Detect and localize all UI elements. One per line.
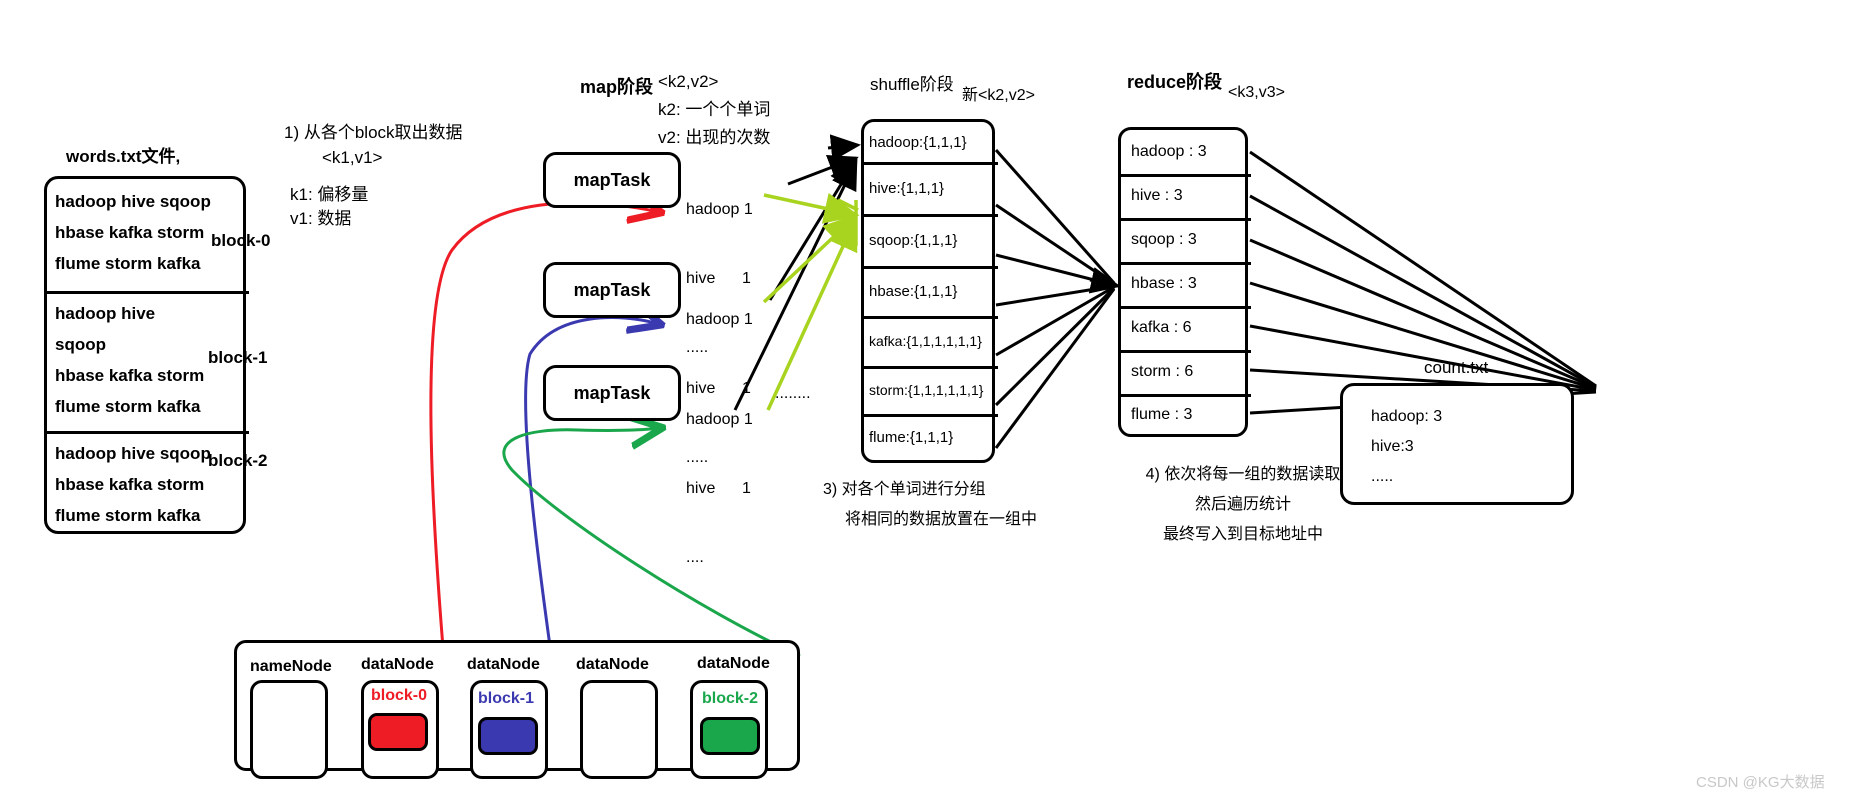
block-label-1: block-1 [208,348,268,367]
reduce-box: hadoop : 3 hive : 3 sqoop : 3 hbase : 3 … [1118,127,1251,437]
shuffle-row-label: storm:{1,1,1,1,1,1} [869,382,984,398]
connector-block2-to-maptask3 [502,428,801,658]
node-label-datanode-1: dataNode [361,656,434,673]
shuffle-row: hadoop:{1,1,1} [864,122,998,162]
map-stage-v2-desc: v2: 出现的次数 [658,128,771,147]
shuffle-row-label: flume:{1,1,1} [869,428,954,446]
reduce-row-label: flume : 3 [1131,406,1193,423]
reduce-row: flume : 3 [1121,394,1251,436]
shuffle-box: hadoop:{1,1,1} hive:{1,1,1} sqoop:{1,1,1… [861,119,998,463]
output-file-box: hadoop: 3 hive:3 ..... [1340,383,1574,505]
shuffle-row: hbase:{1,1,1} [864,266,998,316]
reduce-stage-title: reduce阶段 [1127,72,1223,92]
block-tag-block-2: block-2 [702,690,759,707]
map-output-line: .... [686,549,704,566]
file-segment-block-2: hadoop hive sqoop hbase kafka storm flum… [47,431,249,531]
map-stage-title: map阶段 [580,77,654,97]
annotation-3-line-1: 3) 对各个单词进行分组 [823,481,986,498]
output-line: hive:3 [1371,438,1414,455]
annotation-4-line-1: 4) 依次将每一组的数据读取 [1145,466,1341,483]
map-output-line: hadoop 1 [686,411,753,428]
file-title: words.txt文件, [66,147,181,166]
shuffle-row-label: sqoop:{1,1,1} [869,231,958,249]
map-output-line: hive 1 [686,480,751,497]
map-stage-kv: <k2,v2> [658,72,719,91]
annotation-4-line-3: 最终写入到目标地址中 [1162,526,1323,543]
connector-maps-to-shuffle-hive [762,192,860,411]
shuffle-row: storm:{1,1,1,1,1,1} [864,366,998,414]
annotation-1-line-1: 1) 从各个block取出数据 [284,123,463,142]
block-label-0: block-0 [211,231,271,250]
map-task-3[interactable]: mapTask [543,365,681,421]
reduce-row: storm : 6 [1121,350,1251,394]
shuffle-row: sqoop:{1,1,1} [864,214,998,266]
file-line: hadoop hive sqoop [55,192,211,211]
shuffle-stage-kv: 新<k2,v2> [962,87,1035,104]
data-node-3[interactable] [580,680,658,779]
annotation-1-line-4: v1: 数据 [290,209,352,228]
annotation-3: 3) 对各个单词进行分组 将相同的数据放置在一组中 [823,475,1037,535]
map-output-line: hadoop 1 [686,201,753,218]
watermark: CSDN @KG大数据 [1696,774,1825,791]
map-task-2[interactable]: mapTask [543,262,681,318]
shuffle-stage-title: shuffle阶段 [870,75,954,94]
file-line: flume storm kafka [55,397,201,416]
annotation-1-line-3: k1: 偏移量 [290,185,369,204]
reduce-row-label: hive : 3 [1131,187,1183,204]
file-line: hbase kafka storm [55,475,205,494]
shuffle-row: flume:{1,1,1} [864,414,998,460]
reduce-row-label: hbase : 3 [1131,275,1197,292]
connector-shuffle-to-reduce [994,149,1121,449]
block-chip-block-1[interactable] [478,717,538,755]
connector-reduce-to-output [1249,150,1597,415]
block-chip-block-0[interactable] [368,713,428,751]
map-output-line: hadoop 1 [686,311,753,328]
output-line: ..... [1371,468,1394,485]
reduce-row: hive : 3 [1121,174,1251,218]
reduce-row-label: kafka : 6 [1131,319,1192,336]
output-file-title: count.txt [1424,358,1489,377]
map-ellipsis: ........ [775,385,811,402]
file-line: flume storm kafka [55,254,201,273]
shuffle-row-label: hbase:{1,1,1} [869,282,958,300]
reduce-row: sqoop : 3 [1121,218,1251,262]
reduce-row-label: sqoop : 3 [1131,231,1197,248]
node-label-datanode-3: dataNode [576,656,649,673]
annotation-4-line-2: 然后遍历统计 [1194,496,1291,513]
file-line: flume storm kafka [55,506,201,525]
name-node-0[interactable] [250,680,328,779]
annotation-3-line-2: 将相同的数据放置在一组中 [845,511,1038,528]
map-task-3-output: hadoop 1 hive 1 .... [686,362,753,615]
connector-maps-to-shuffle-black [733,134,861,411]
diagram-canvas: words.txt文件, hadoop hive sqoop hbase kaf… [0,0,1856,809]
block-tag-block-1: block-1 [478,690,535,707]
node-label-datanode-2: dataNode [467,656,540,673]
shuffle-row-label: hive:{1,1,1} [869,179,945,197]
shuffle-row-label: hadoop:{1,1,1} [869,133,967,151]
reduce-row: hbase : 3 [1121,262,1251,306]
reduce-row-label: hadoop : 3 [1131,143,1207,160]
shuffle-row: kafka:{1,1,1,1,1,1} [864,316,998,366]
reduce-stage-kv: <k3,v3> [1228,84,1285,101]
node-label-datanode-4: dataNode [697,655,770,672]
block-chip-block-2[interactable] [700,717,760,755]
block-tag-block-0: block-0 [371,687,428,704]
reduce-row: hadoop : 3 [1121,130,1251,174]
reduce-row-label: storm : 6 [1131,363,1194,380]
output-line: hadoop: 3 [1371,408,1443,425]
shuffle-row-label: kafka:{1,1,1,1,1,1} [869,333,982,349]
shuffle-row: hive:{1,1,1} [864,162,998,214]
file-line: hadoop hive [55,304,156,323]
annotation-4: 4) 依次将每一组的数据读取 然后遍历统计 最终写入到目标地址中 [1118,460,1368,550]
map-task-1[interactable]: mapTask [543,152,681,208]
node-label-namenode: nameNode [250,658,332,675]
reduce-row: kafka : 6 [1121,306,1251,350]
block-label-2: block-2 [208,451,268,470]
map-stage-k2-desc: k2: 一个个单词 [658,100,771,119]
annotation-1-line-2: <k1,v1> [322,148,383,167]
